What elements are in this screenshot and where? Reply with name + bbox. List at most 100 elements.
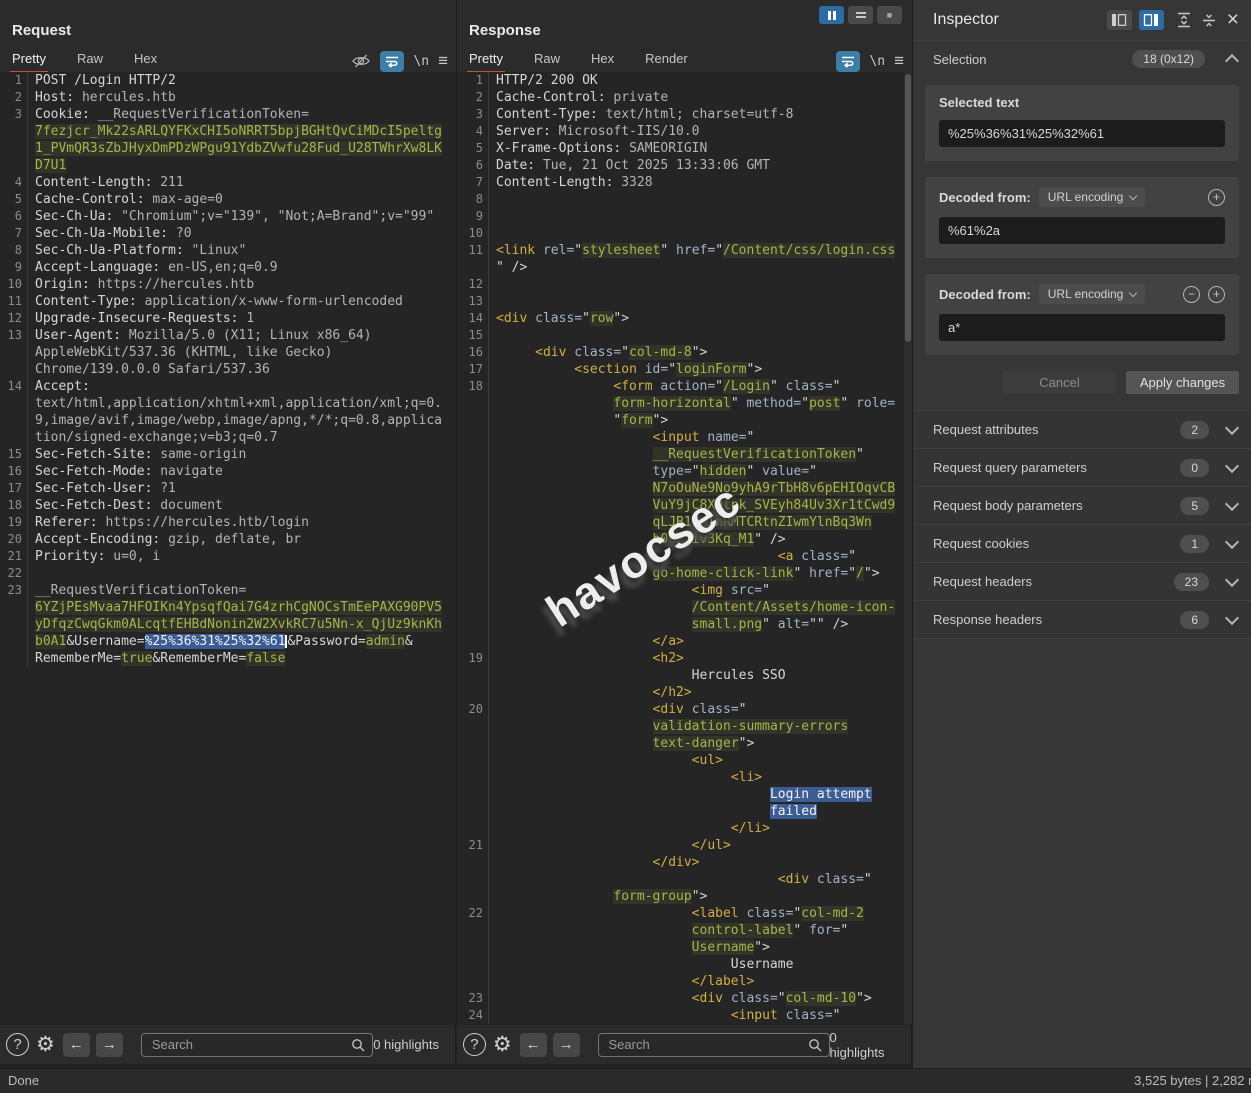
collapse-all-icon[interactable] <box>1200 12 1218 28</box>
line-content: <label class="col-md-2 <box>488 905 912 922</box>
code-line: 13 <box>457 293 912 310</box>
cancel-button[interactable]: Cancel <box>1003 371 1116 394</box>
hide-matches-icon[interactable] <box>351 52 371 70</box>
decoded-value-input-2[interactable] <box>939 314 1225 341</box>
code-line: <input name=" <box>457 429 912 446</box>
line-number <box>457 582 488 599</box>
tab-render[interactable]: Render <box>643 46 690 74</box>
chevron-down-icon <box>1225 535 1239 549</box>
maximize-button[interactable]: ■ <box>877 6 902 24</box>
section-count-badge: 6 <box>1180 611 1209 629</box>
search-input[interactable] <box>141 1033 373 1057</box>
tab-pretty[interactable]: Pretty <box>10 46 48 74</box>
newline-toggle[interactable]: \n <box>413 54 429 69</box>
line-content: HTTP/2 200 OK <box>488 72 912 89</box>
gear-icon[interactable]: ⚙ <box>493 1032 512 1057</box>
code-segment <box>496 532 653 547</box>
tab-raw[interactable]: Raw <box>532 46 562 74</box>
add-decoder-icon[interactable]: + <box>1208 286 1225 303</box>
selection-header[interactable]: Selection 18 (0x12) <box>913 41 1251 77</box>
section-request-body-parameters[interactable]: Request body parameters5 <box>913 487 1251 525</box>
line-content: 1_PVmQR3sZbJHyxDmPDzWPgu91YdbZVwfu28Fud_… <box>27 140 456 157</box>
code-segment <box>723 583 731 598</box>
code-segment <box>496 396 613 411</box>
code-line: control-label" for=" <box>457 922 912 939</box>
section-request-headers[interactable]: Request headers23 <box>913 563 1251 601</box>
selected-text-input[interactable] <box>939 120 1225 147</box>
line-number <box>457 548 488 565</box>
code-segment: HTTP/2 200 OK <box>496 73 598 88</box>
line-content <box>488 225 912 242</box>
line-content: 9,image/avif,image/webp,image/apng,*/*;q… <box>27 412 456 429</box>
code-segment: <li> <box>731 770 762 785</box>
code-segment: Host: <box>35 90 82 105</box>
search-input[interactable] <box>598 1033 830 1057</box>
chevron-up-icon[interactable] <box>1225 54 1239 68</box>
tab-hex[interactable]: Hex <box>132 46 159 74</box>
line-number: 14 <box>457 310 488 327</box>
expand-all-icon[interactable] <box>1175 12 1193 28</box>
response-editor[interactable]: 1HTTP/2 200 OK2Cache-Control: private3Co… <box>457 72 912 1024</box>
code-segment: class= <box>817 872 864 887</box>
close-icon[interactable]: × <box>1225 11 1241 29</box>
section-request-attributes[interactable]: Request attributes2 <box>913 411 1251 449</box>
code-segment: value= <box>762 464 809 479</box>
code-segment <box>496 515 653 530</box>
add-decoder-icon[interactable]: + <box>1208 189 1225 206</box>
tab-pretty[interactable]: Pretty <box>467 46 505 74</box>
line-content: <div class="row"> <box>488 310 912 327</box>
line-content: N7oOuNe9No9yhA9rTbH8v6pEHIOqvCB <box>488 480 912 497</box>
section-response-headers[interactable]: Response headers6 <box>913 601 1251 639</box>
next-match-button[interactable]: → <box>553 1033 580 1057</box>
request-editor[interactable]: 1POST /Login HTTP/22Host: hercules.htb3C… <box>0 72 456 1024</box>
scrollbar-thumb[interactable] <box>905 74 911 342</box>
section-request-query-parameters[interactable]: Request query parameters0 <box>913 449 1251 487</box>
line-number <box>457 888 488 905</box>
help-icon[interactable]: ? <box>463 1033 486 1056</box>
request-tabbar: Pretty Raw Hex \n ≡ <box>0 46 456 75</box>
code-segment: " <box>840 396 856 411</box>
code-line: 9 <box>457 208 912 225</box>
next-match-button[interactable]: → <box>96 1033 123 1057</box>
response-scrollbar[interactable] <box>904 72 912 1024</box>
encoding-select[interactable]: URL encoding <box>1039 284 1146 304</box>
code-line: 20 <div class=" <box>457 701 912 718</box>
tab-hex[interactable]: Hex <box>589 46 616 74</box>
code-segment: go-home-click-link <box>653 566 794 581</box>
help-icon[interactable]: ? <box>6 1033 29 1056</box>
tab-raw[interactable]: Raw <box>75 46 105 74</box>
line-number: 14 <box>0 378 27 395</box>
word-wrap-toggle[interactable] <box>380 51 404 72</box>
newline-toggle[interactable]: \n <box>869 54 885 69</box>
dock-right-icon[interactable] <box>1139 10 1164 30</box>
apply-changes-button[interactable]: Apply changes <box>1126 371 1239 394</box>
code-segment: 6YZjPEsMvaa7HFOIKn4YpsqfQai7G4zrhCgNOCsT… <box>35 600 442 615</box>
pause-button[interactable] <box>819 6 844 24</box>
section-request-cookies[interactable]: Request cookies1 <box>913 525 1251 563</box>
split-horizontal-button[interactable] <box>848 6 873 24</box>
prev-match-button[interactable]: ← <box>63 1033 90 1057</box>
line-content <box>488 208 912 225</box>
line-content: <section id="loginForm"> <box>488 361 912 378</box>
line-content: go-home-click-link" href="/"> <box>488 565 912 582</box>
code-segment <box>535 243 543 258</box>
word-wrap-toggle[interactable] <box>836 51 860 72</box>
prev-match-button[interactable]: ← <box>520 1033 547 1057</box>
line-content: <div class=" <box>488 871 912 888</box>
code-segment: ?1 <box>160 481 176 496</box>
selection-label: Selection <box>933 52 1132 67</box>
code-segment: Login attempt <box>770 787 872 802</box>
code-segment <box>496 821 731 836</box>
dock-left-icon[interactable] <box>1107 10 1132 30</box>
gear-icon[interactable]: ⚙ <box>36 1032 55 1057</box>
editor-menu-icon[interactable]: ≡ <box>894 51 904 71</box>
line-content: Cache-Control: max-age=0 <box>27 191 456 208</box>
editor-menu-icon[interactable]: ≡ <box>438 51 448 71</box>
code-segment <box>496 634 653 649</box>
code-line: go-home-click-link" href="/"> <box>457 565 912 582</box>
code-line: 11<link rel="stylesheet" href="/Content/… <box>457 242 912 259</box>
remove-decoder-icon[interactable]: − <box>1183 286 1200 303</box>
code-segment: RememberMe= <box>35 651 121 666</box>
encoding-select[interactable]: URL encoding <box>1039 187 1146 207</box>
decoded-value-input-1[interactable] <box>939 217 1225 244</box>
